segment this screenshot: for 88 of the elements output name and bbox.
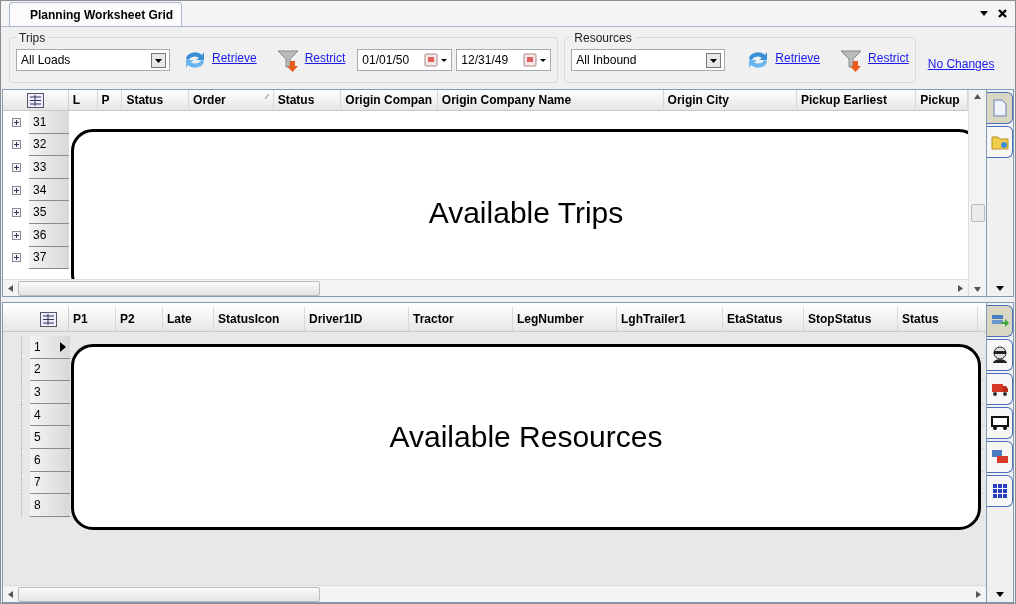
- column-header[interactable]: Origin City: [663, 90, 797, 110]
- column-header[interactable]: Status: [122, 90, 190, 110]
- expand-icon[interactable]: [11, 208, 21, 218]
- expand-icon[interactable]: [11, 163, 21, 172]
- column-header[interactable]: Driver1ID: [305, 307, 409, 331]
- row-header[interactable]: 36: [29, 223, 69, 247]
- trips-filter-dropdown[interactable]: All Loads: [16, 49, 170, 71]
- close-icon[interactable]: [998, 9, 1007, 18]
- column-header[interactable]: Origin Company Name: [437, 90, 664, 110]
- horizontal-scrollbar[interactable]: [3, 279, 968, 296]
- start-date-field[interactable]: 01/01/50: [357, 49, 453, 71]
- column-header[interactable]: Status: [273, 90, 342, 110]
- expand-icon[interactable]: [11, 230, 21, 240]
- column-header[interactable]: Pickup Earliest: [796, 90, 917, 110]
- side-tab[interactable]: [987, 339, 1013, 371]
- expand-icon[interactable]: [11, 185, 21, 195]
- caret-icon[interactable]: [996, 286, 1004, 291]
- column-header[interactable]: Origin Compan: [341, 90, 438, 110]
- vertical-scrollbar[interactable]: [968, 90, 986, 296]
- expand-icon[interactable]: [11, 253, 21, 263]
- column-header[interactable]: LghTrailer1: [617, 307, 723, 331]
- transfer-icon: [990, 313, 1009, 329]
- row-header[interactable]: 3: [30, 381, 70, 404]
- page-icon: [991, 99, 1008, 117]
- scroll-thumb[interactable]: [970, 204, 985, 222]
- restrict-link[interactable]: Restrict: [868, 51, 909, 65]
- calendar-icon[interactable]: [424, 53, 449, 67]
- truck-trailer-icon: [990, 449, 1009, 465]
- folder-icon: [990, 134, 1009, 150]
- callout-box: Available Trips: [71, 129, 968, 279]
- column-header[interactable]: Status: [898, 307, 978, 331]
- side-tab[interactable]: [987, 407, 1013, 439]
- truck-icon: [990, 381, 1009, 397]
- column-header[interactable]: Order: [189, 90, 274, 110]
- group-label: Trips: [16, 31, 49, 45]
- row-header[interactable]: 6: [30, 448, 70, 472]
- expand-icon[interactable]: [11, 140, 21, 150]
- document-tab[interactable]: Planning Worksheet Grid: [9, 2, 183, 26]
- scroll-left-icon[interactable]: [8, 590, 13, 598]
- column-header[interactable]: P2: [116, 307, 163, 331]
- column-header[interactable]: EtaStatus: [723, 307, 804, 331]
- row-header[interactable]: 4: [30, 403, 70, 427]
- sort-icon: [263, 93, 270, 100]
- calendar-icon[interactable]: [523, 53, 548, 67]
- horizontal-scrollbar[interactable]: [3, 585, 986, 602]
- scroll-left-icon[interactable]: [8, 284, 13, 292]
- column-header[interactable]: LegNumber: [513, 307, 617, 331]
- person-icon: [991, 346, 1008, 364]
- column-header[interactable]: Late: [163, 307, 214, 331]
- expand-icon[interactable]: [11, 117, 21, 127]
- scroll-right-icon[interactable]: [958, 284, 963, 292]
- row-header[interactable]: 35: [29, 201, 69, 224]
- row-header[interactable]: 31: [29, 111, 69, 134]
- side-tab[interactable]: [987, 475, 1013, 507]
- column-header[interactable]: StopStatus: [804, 307, 898, 331]
- callout-box: Available Resources: [71, 344, 981, 530]
- row-header[interactable]: 8: [30, 494, 70, 517]
- group-label: Resources: [571, 31, 635, 45]
- trailer-icon: [990, 415, 1009, 431]
- end-date-field[interactable]: 12/31/49: [456, 49, 552, 71]
- row-header[interactable]: 32: [29, 133, 69, 157]
- row-header[interactable]: 1: [30, 336, 70, 359]
- scroll-down-icon[interactable]: [974, 287, 981, 292]
- retrieve-link[interactable]: Retrieve: [775, 51, 821, 65]
- scroll-up-icon[interactable]: [974, 94, 981, 99]
- side-tab[interactable]: [987, 373, 1013, 405]
- retrieve-link[interactable]: Retrieve: [212, 51, 257, 65]
- row-header[interactable]: 37: [29, 246, 69, 270]
- resources-filter-dropdown[interactable]: All Inbound: [571, 49, 726, 71]
- column-header[interactable]: P1: [69, 307, 116, 331]
- funnel-icon[interactable]: [276, 48, 301, 72]
- row-header[interactable]: 5: [30, 426, 70, 449]
- restrict-link[interactable]: Restrict: [304, 51, 346, 65]
- grid-icon: [991, 483, 1008, 499]
- row-header[interactable]: 7: [30, 471, 70, 495]
- column-header[interactable]: L: [68, 90, 98, 110]
- caret-icon[interactable]: [996, 592, 1004, 597]
- caret-icon[interactable]: [980, 11, 988, 16]
- column-chooser-icon[interactable]: [26, 92, 44, 108]
- column-header[interactable]: P: [97, 90, 123, 110]
- row-header[interactable]: 33: [29, 156, 69, 179]
- column-header[interactable]: StatusIcon: [214, 307, 305, 331]
- status-link[interactable]: No Changes: [927, 57, 995, 71]
- column-chooser-icon[interactable]: [40, 311, 57, 327]
- row-header[interactable]: 34: [29, 178, 69, 202]
- scroll-right-icon[interactable]: [976, 590, 981, 598]
- column-header[interactable]: Tractor: [409, 307, 513, 331]
- row-header[interactable]: 2: [30, 358, 70, 382]
